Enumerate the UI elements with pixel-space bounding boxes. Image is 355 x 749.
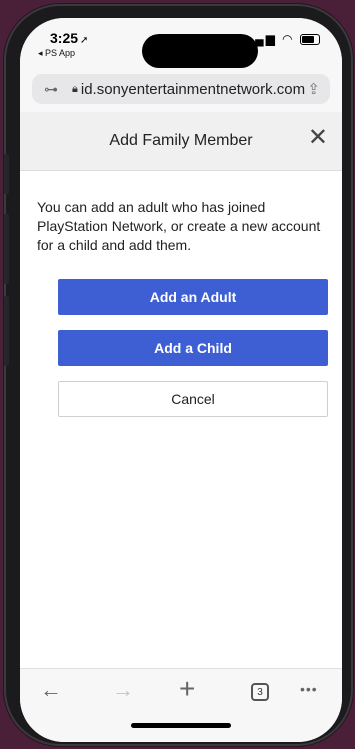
dialog-content: You can add an adult who has joined Play… [20, 171, 342, 668]
add-adult-button[interactable]: Add an Adult [58, 279, 328, 315]
back-to-app-link[interactable]: ◂ PS App [38, 48, 75, 59]
url-text[interactable]: id.sonyentertainmentnetwork.com [81, 81, 305, 98]
phone-side-button [4, 154, 9, 194]
wifi-icon: ◠ [282, 32, 295, 46]
back-arrow-icon[interactable]: ← [40, 677, 62, 703]
cellular-signal-icon: ▂▄▆ [243, 32, 277, 46]
forward-arrow-icon[interactable]: → [112, 677, 134, 703]
more-options-icon[interactable]: ••• [300, 681, 318, 697]
add-child-button[interactable]: Add a Child [58, 330, 328, 366]
dialog-title: Add Family Member [109, 132, 253, 149]
home-indicator[interactable] [131, 723, 231, 728]
battery-icon [300, 34, 320, 46]
lock-icon: 🔒︎ [72, 82, 78, 95]
close-icon[interactable]: ✕ [308, 126, 328, 150]
phone-volume-up [4, 214, 9, 284]
cancel-button[interactable]: Cancel [58, 381, 328, 417]
status-bar: 3:25 ➚ ◂ PS App ▂▄▆ ◠ [20, 18, 342, 70]
address-bar[interactable]: ⊶ 🔒︎ id.sonyentertainmentnetwork.com ⇪ [32, 74, 330, 104]
status-time: 3:25 ➚ [50, 30, 89, 46]
dialog-description: You can add an adult who has joined Play… [37, 199, 321, 253]
phone-screen: 3:25 ➚ ◂ PS App ▂▄▆ ◠ ⊶ 🔒︎ id.sonyenterta… [20, 18, 342, 742]
share-icon[interactable]: ⇪ [307, 80, 320, 98]
phone-frame: 3:25 ➚ ◂ PS App ▂▄▆ ◠ ⊶ 🔒︎ id.sonyenterta… [4, 4, 353, 746]
new-tab-icon[interactable]: + [179, 673, 195, 705]
dynamic-island [142, 34, 258, 68]
tabs-icon[interactable]: 3 [251, 683, 269, 701]
browser-toolbar: ← → + 3 ••• [20, 668, 342, 742]
dialog-header: Add Family Member ✕ [20, 112, 342, 171]
phone-volume-down [4, 296, 9, 366]
status-icons: ▂▄▆ ◠ [244, 32, 320, 46]
key-icon[interactable]: ⊶ [44, 81, 66, 98]
browser-address-area: ⊶ 🔒︎ id.sonyentertainmentnetwork.com ⇪ [20, 70, 342, 112]
